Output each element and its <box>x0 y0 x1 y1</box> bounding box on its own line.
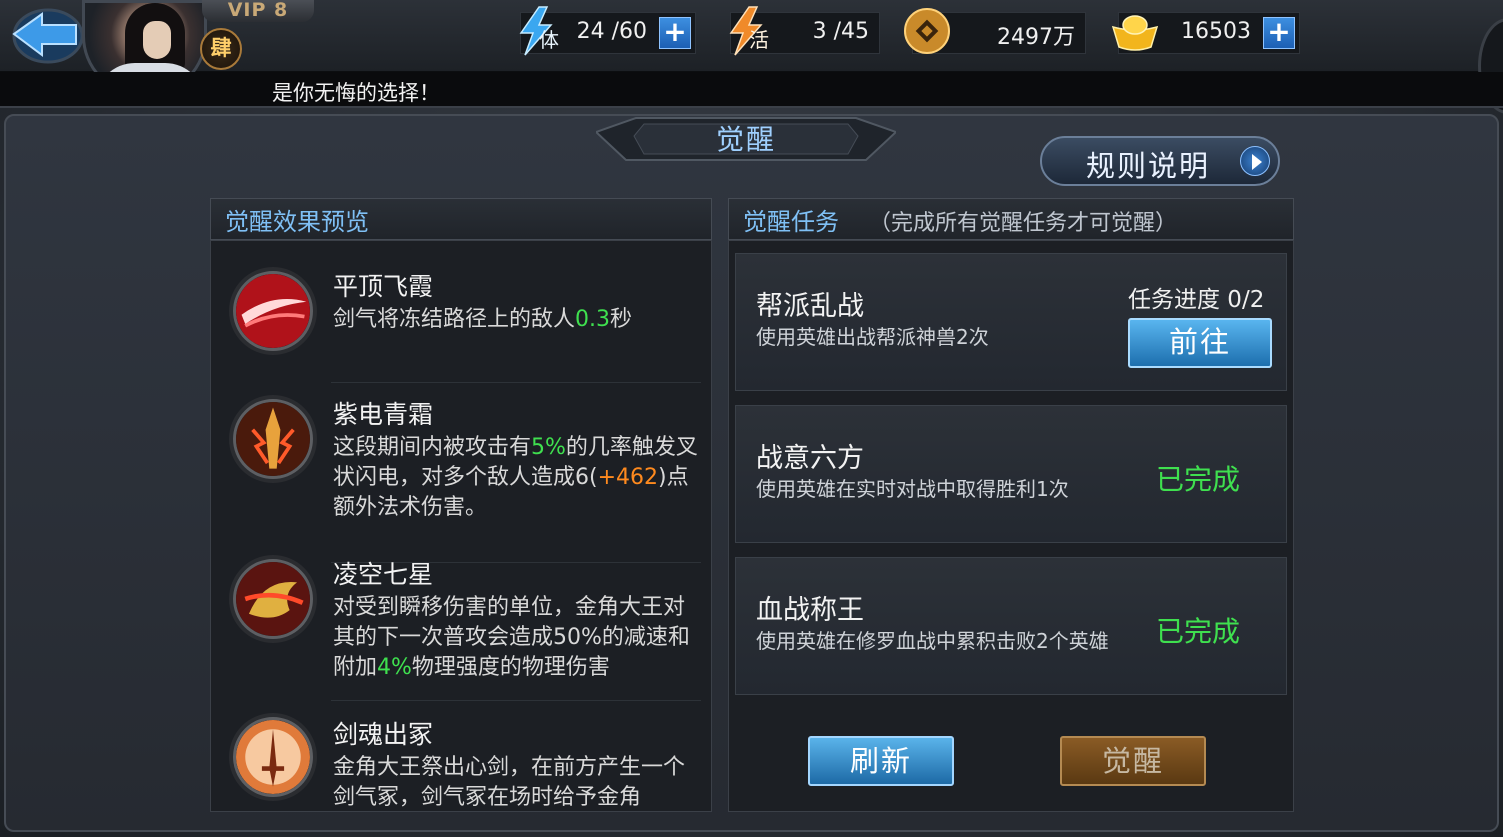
add-stamina-button[interactable]: + <box>659 17 691 49</box>
skill-item: 平顶飞霞 剑气将冻结路径上的敌人0.3秒 <box>211 241 711 401</box>
vitality-value: 3 /45 <box>812 19 869 44</box>
skill-description: 对受到瞬移伤害的单位，金角大王对其的下一次普攻会造成50%的减速和附加4%物理强… <box>333 595 690 680</box>
lightning-stamina-icon: 体 <box>519 6 559 56</box>
skill-name: 紫电青霜 <box>333 400 434 429</box>
tasks-note: （完成所有觉醒任务才可觉醒） <box>869 211 1178 236</box>
skill-item: 紫电青霜 这段期间内被攻击有5%的几率触发叉状闪电，对多个敌人造成6(+462)… <box>211 381 711 563</box>
skill-description: 剑气将冻结路径上的敌人0.3秒 <box>333 307 633 332</box>
lightning-vitality-icon: 活 <box>729 6 769 56</box>
task-description: 使用英雄在实时对战中取得胜利1次 <box>756 477 1069 501</box>
lightning-sword-skill-icon <box>233 399 313 479</box>
sword-soul-skill-icon <box>233 717 313 797</box>
task-name: 血战称王 <box>756 595 864 626</box>
task-progress: 任务进度 0/2 <box>1128 287 1265 313</box>
svg-text:体: 体 <box>539 28 559 52</box>
skill-description: 这段期间内被攻击有5%的几率触发叉状闪电，对多个敌人造成6(+462)点额外法术… <box>333 435 698 520</box>
add-gold-button[interactable]: + <box>1263 17 1295 49</box>
vip-level: VIP 8 <box>202 0 314 22</box>
back-arrow-icon[interactable] <box>6 4 84 64</box>
skill-preview-list[interactable]: 平顶飞霞 剑气将冻结路径上的敌人0.3秒 紫电青霜 这段期间内被攻击有5%的几率… <box>210 240 712 812</box>
tasks-heading: 觉醒任务 <box>743 208 839 236</box>
coins-counter: 2497万 <box>904 8 1086 54</box>
play-arrow-icon <box>1240 146 1270 176</box>
task-name: 战意六方 <box>756 443 864 474</box>
page-title: 觉醒 <box>715 123 776 156</box>
task-description: 使用英雄在修罗血战中累积击败2个英雄 <box>756 629 1109 653</box>
task-row: 血战称王 使用英雄在修罗血战中累积击败2个英雄 已完成 <box>735 557 1287 695</box>
gold-ingot-icon <box>1111 15 1159 51</box>
copper-coin-icon <box>904 8 950 54</box>
red-slash-skill-icon <box>233 271 313 351</box>
announcement-bar: 是你无悔的选择！ <box>0 72 1503 108</box>
svg-text:活: 活 <box>749 28 769 52</box>
tasks-header: 觉醒任务 （完成所有觉醒任务才可觉醒） <box>728 198 1294 240</box>
rank-badge: 肆 <box>200 28 242 70</box>
rules-button-label: 规则说明 <box>1086 149 1211 183</box>
task-list: 帮派乱战 使用英雄出战帮派神兽2次 任务进度 0/2 前往 战意六方 使用英雄在… <box>728 240 1294 812</box>
golden-warrior-skill-icon <box>233 559 313 639</box>
stamina-counter: 体 24 /60 + <box>519 6 696 56</box>
refresh-button[interactable]: 刷新 <box>808 736 954 786</box>
announcement-text: 是你无悔的选择！ <box>272 81 440 105</box>
preview-heading: 觉醒效果预览 <box>225 208 369 236</box>
task-name: 帮派乱战 <box>756 291 864 322</box>
gold-counter: 16503 + <box>1111 12 1300 54</box>
task-description: 使用英雄出战帮派神兽2次 <box>756 325 989 349</box>
task-row: 帮派乱战 使用英雄出战帮派神兽2次 任务进度 0/2 前往 <box>735 253 1287 391</box>
skill-item: 凌空七星 对受到瞬移伤害的单位，金角大王对其的下一次普攻会造成50%的减速和附加… <box>211 541 711 701</box>
awaken-button[interactable]: 觉醒 <box>1060 736 1206 786</box>
task-row: 战意六方 使用英雄在实时对战中取得胜利1次 已完成 <box>735 405 1287 543</box>
coins-value: 2497万 <box>997 25 1075 50</box>
task-status-completed: 已完成 <box>1156 615 1241 648</box>
go-button[interactable]: 前往 <box>1128 318 1272 368</box>
skill-description: 金角大王祭出心剑，在前方产生一个剑气冢，剑气冢在场时给予金角 <box>333 755 686 810</box>
skill-name: 凌空七星 <box>333 560 434 589</box>
gold-value: 16503 <box>1181 19 1251 44</box>
rules-button[interactable]: 规则说明 <box>1040 136 1280 186</box>
stamina-value: 24 /60 <box>576 19 647 44</box>
preview-header: 觉醒效果预览 <box>210 198 712 240</box>
skill-item: 剑魂出冢 金角大王祭出心剑，在前方产生一个剑气冢，剑气冢在场时给予金角 <box>211 701 711 811</box>
task-status-completed: 已完成 <box>1156 463 1241 496</box>
skill-name: 剑魂出冢 <box>333 720 434 749</box>
skill-name: 平顶飞霞 <box>333 272 434 301</box>
vitality-counter: 活 3 /45 <box>729 6 880 56</box>
